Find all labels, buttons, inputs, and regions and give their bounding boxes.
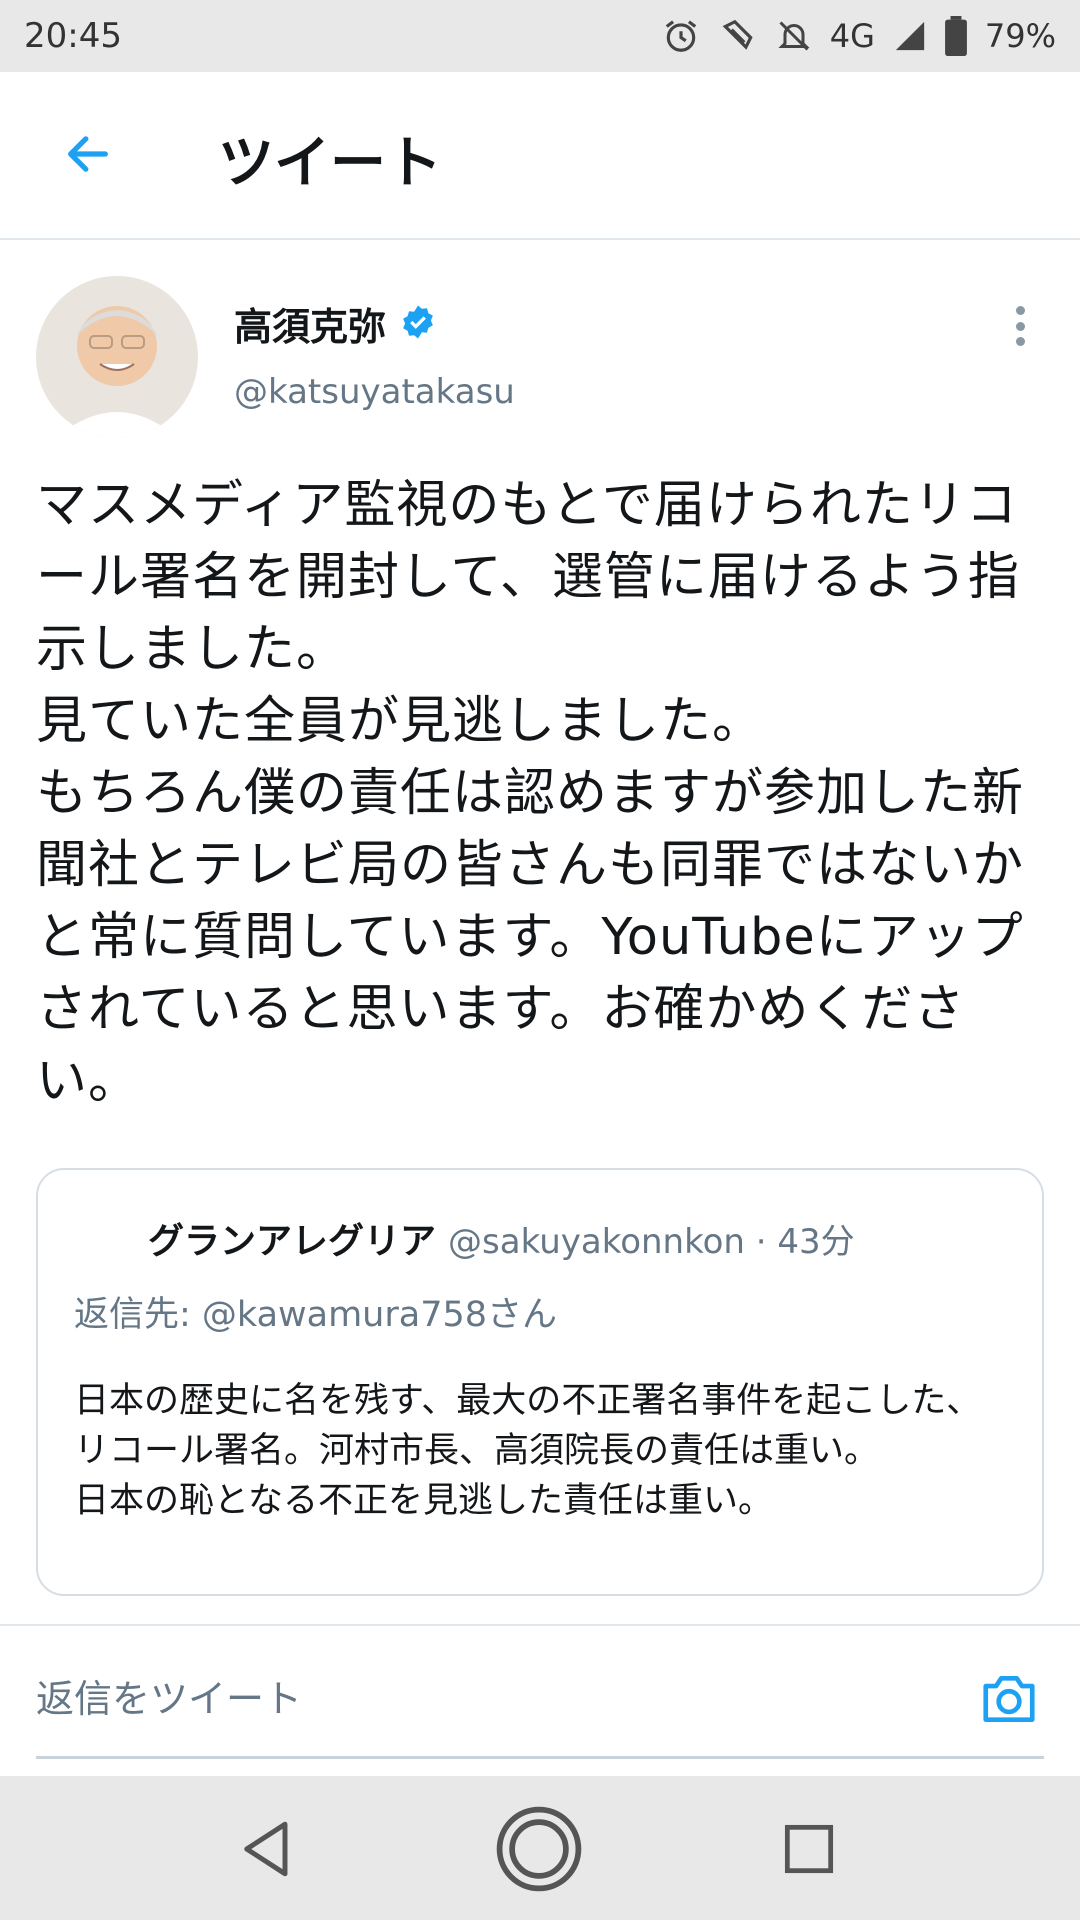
dot-icon — [1015, 306, 1025, 315]
dot-icon — [1015, 337, 1025, 346]
network-label: 4G — [829, 17, 875, 55]
author-name-row: 高須克弥 — [234, 296, 436, 351]
arrow-left-icon — [62, 128, 114, 184]
author-handle[interactable]: @katsuyatakasu — [234, 372, 515, 412]
camera-icon — [978, 1676, 1040, 1734]
nfc-icon — [718, 17, 758, 55]
avatar[interactable] — [36, 276, 198, 438]
verified-badge-icon — [400, 304, 436, 344]
quoted-author-meta: @sakuyakonnkon · 43分 — [448, 1222, 855, 1262]
camera-button[interactable] — [978, 1668, 1040, 1730]
status-time: 20:45 — [24, 16, 122, 56]
nav-back-button[interactable] — [222, 1806, 312, 1896]
status-icons: 4G 79% — [662, 16, 1056, 56]
triangle-back-icon — [240, 1819, 294, 1883]
battery-level: 79% — [984, 17, 1056, 55]
system-nav-bar — [0, 1776, 1080, 1920]
circle-home-icon — [496, 1806, 582, 1896]
battery-icon — [944, 16, 967, 56]
reply-input[interactable]: 返信をツイート — [36, 1668, 302, 1723]
quoted-tweet-header: グランアレグリア @sakuyakonnkon · 43分 — [148, 1212, 855, 1264]
signal-icon — [893, 19, 927, 53]
nav-recents-button[interactable] — [764, 1806, 854, 1896]
reply-underline — [36, 1756, 1044, 1759]
quoted-author-name: グランアレグリア — [148, 1221, 437, 1262]
quoted-tweet-card[interactable]: グランアレグリア @sakuyakonnkon · 43分 返信先: @kawa… — [36, 1168, 1044, 1596]
mute-icon — [776, 17, 812, 55]
dot-icon — [1015, 321, 1025, 331]
alarm-icon — [662, 17, 700, 55]
author-name[interactable]: 高須克弥 — [234, 296, 386, 351]
more-options-button[interactable] — [1000, 298, 1040, 354]
quoted-reply-to: 返信先: @kawamura758さん — [74, 1295, 558, 1335]
header: ツイート — [0, 72, 1080, 240]
back-button[interactable] — [56, 124, 120, 188]
page-title: ツイート — [218, 131, 442, 196]
tweet-text: マスメディア監視のもとで届けられたリコール署名を開封して、選管に届けるよう指示し… — [36, 476, 1025, 1111]
status-bar: 20:45 4G 79% — [0, 0, 1080, 72]
square-recents-icon — [783, 1823, 835, 1879]
nav-home-button[interactable] — [494, 1806, 584, 1896]
quoted-tweet-text: 日本の歴史に名を残す、最大の不正署名事件を起こした、 リコール署名。河村市長、高… — [74, 1381, 982, 1521]
reply-divider — [0, 1624, 1080, 1626]
